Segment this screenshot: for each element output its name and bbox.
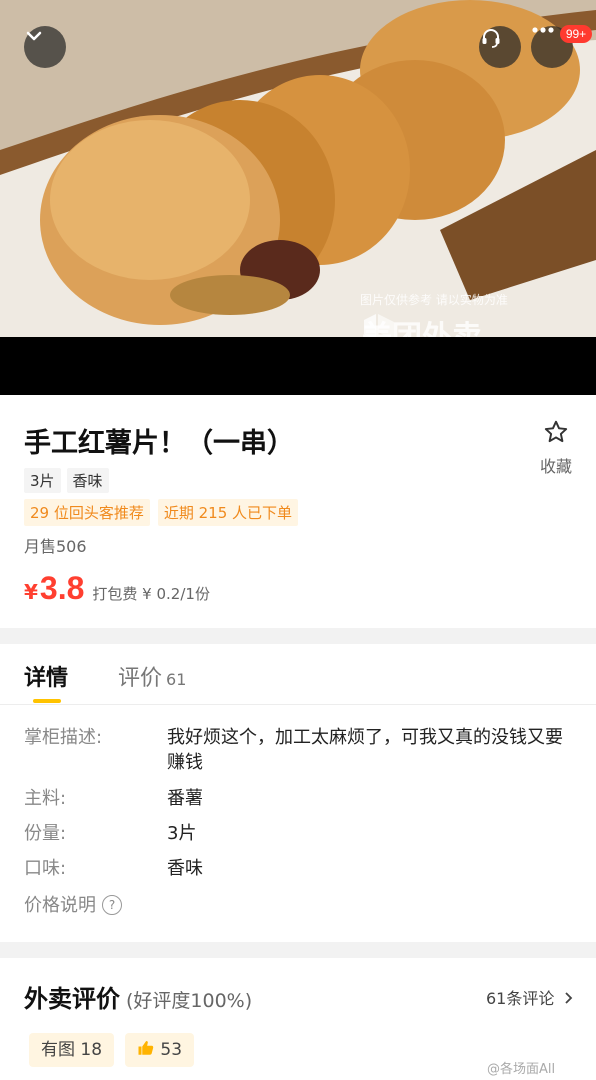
detail-label: 口味: [24,858,67,879]
detail-value: 3片 [167,823,197,844]
notification-badge: 99+ [560,25,592,43]
detail-label: 掌柜描述: [24,727,103,748]
detail-value: 我好烦这个，加工太麻烦了，可我又真的没钱又要赚钱 [167,727,563,773]
product-title: 手工红薯片！（一串） [24,428,294,459]
detail-label: 份量: [24,823,67,844]
all-reviews-label: 61条评论 [486,989,555,1008]
detail-label: 主料: [24,788,67,809]
tab-reviews[interactable]: 评价 61 [118,660,186,692]
product-info-card: 手工红薯片！（一串） 收藏 3片 香味 29 位回头客推荐 近期 215 人已下… [0,395,596,628]
reviews-rating: (好评度100%) [126,990,253,1012]
price-note-text: 价格说明 [24,895,96,916]
reviews-section: 外卖评价 (好评度100%) 61条评论 有图 18 53 @各场面All [0,958,596,1080]
chip-count: 18 [80,1040,103,1060]
active-tab-indicator [33,699,61,703]
help-icon[interactable]: ? [102,895,122,915]
all-reviews-link[interactable]: 61条评论 [486,985,575,1009]
reviews-heading: 外卖评价 (好评度100%) [24,979,252,1014]
price-symbol: ¥ [24,580,38,604]
weibo-watermark: @各场面All [487,1062,556,1077]
promo-tags: 29 位回头客推荐 近期 215 人已下单 [24,499,299,526]
chip-label: 有图 [41,1040,75,1060]
thumbs-up-icon [138,1041,154,1055]
reviews-title: 外卖评价 [24,985,120,1013]
price-note-label: 价格说明? [24,893,164,918]
back-button[interactable] [24,26,66,68]
tab-reviews-count: 61 [166,670,187,689]
detail-tabs: 详情 评价 61 [0,644,596,705]
product-photo: 99+ 图片仅供参考 请以实物为准 美团外卖 [0,0,596,337]
filter-thumbs-up[interactable]: 53 [125,1033,195,1067]
packing-fee: 打包费 ¥ 0.2/1份 [92,585,210,603]
detail-value: 番薯 [167,788,203,809]
price-row: ¥ 3.8 打包费 ¥ 0.2/1份 [24,570,210,607]
meituan-logo-icon [364,314,394,337]
more-dots-icon [532,27,554,33]
spec-tag: 香味 [66,468,109,493]
chip-count: 53 [160,1040,183,1060]
promo-tag: 29 位回头客推荐 [24,499,150,526]
tab-details[interactable]: 详情 [24,660,68,692]
filter-with-photos[interactable]: 有图 18 [29,1033,115,1067]
photo-letterbox [0,337,596,395]
favorite-label: 收藏 [539,457,572,476]
watermark-brand: 美团外卖 [362,312,482,337]
customer-service-button[interactable] [479,26,521,68]
promo-tag: 近期 215 人已下单 [157,499,299,526]
spec-tag: 3片 [24,468,61,493]
spec-tags: 3片 香味 [24,468,109,493]
details-panel: 掌柜描述: 我好烦这个，加工太麻烦了，可我又真的没钱又要赚钱 主料: 番薯 份量… [0,705,596,942]
watermark-note: 图片仅供参考 请以实物为准 [360,293,508,307]
monthly-sales: 月售506 [24,537,87,556]
headset-icon [482,29,500,48]
star-icon [544,420,568,443]
chevron-right-icon [565,992,573,1004]
chevron-down-icon [26,31,42,41]
detail-value: 香味 [167,858,203,879]
price: 3.8 [39,570,85,606]
tab-reviews-label: 评价 [118,666,163,691]
favorite-button[interactable]: 收藏 [536,419,576,477]
